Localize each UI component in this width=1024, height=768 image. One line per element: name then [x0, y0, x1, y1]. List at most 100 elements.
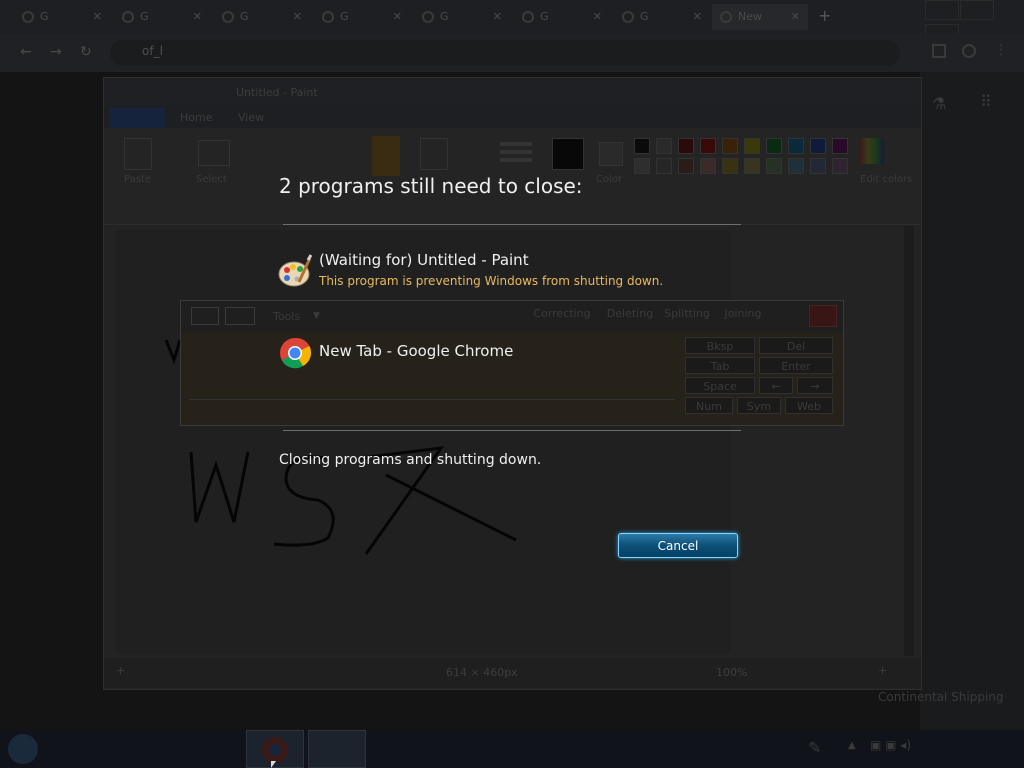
- palette-swatch[interactable]: [744, 158, 760, 174]
- maximize-button[interactable]: [960, 0, 994, 20]
- palette-swatch[interactable]: [810, 138, 826, 154]
- tab-close-icon[interactable]: ✕: [293, 4, 302, 30]
- palette-swatch[interactable]: [700, 158, 716, 174]
- browser-tab[interactable]: G ✕: [114, 4, 210, 30]
- palette-swatch[interactable]: [656, 138, 672, 154]
- palette-swatch[interactable]: [634, 158, 650, 174]
- size-icon[interactable]: [500, 142, 532, 146]
- palette-swatch[interactable]: [832, 138, 848, 154]
- taskbar-app-paint[interactable]: [308, 730, 366, 768]
- paint-window-title: Untitled - Paint: [236, 86, 318, 99]
- apps-grid-icon[interactable]: ⠿: [980, 92, 992, 111]
- paint-file-button[interactable]: [110, 108, 166, 128]
- google-icon: [222, 11, 234, 23]
- browser-tab[interactable]: G ✕: [314, 4, 410, 30]
- start-button[interactable]: [8, 734, 38, 764]
- taskbar-app-media[interactable]: [182, 730, 240, 768]
- browser-tab[interactable]: G ✕: [614, 4, 710, 30]
- splitting-button[interactable]: Splitting: [659, 305, 715, 323]
- left-arrow-key[interactable]: ←: [759, 377, 793, 394]
- address-bar[interactable]: [110, 40, 900, 66]
- tab-close-icon[interactable]: ✕: [493, 4, 502, 30]
- cancel-button[interactable]: Cancel: [618, 533, 738, 558]
- enter-key[interactable]: Enter: [759, 357, 833, 374]
- palette-swatch[interactable]: [634, 138, 650, 154]
- flask-icon[interactable]: ⚗: [932, 94, 946, 113]
- tab-close-icon[interactable]: ✕: [393, 4, 402, 30]
- tray-expand-icon[interactable]: ▲: [848, 740, 856, 751]
- color2-swatch[interactable]: [599, 142, 623, 166]
- sym-key[interactable]: Sym: [737, 397, 781, 414]
- web-key[interactable]: Web: [785, 397, 833, 414]
- canvas-scrollbar[interactable]: [904, 226, 914, 656]
- palette-swatch[interactable]: [788, 138, 804, 154]
- correcting-button[interactable]: Correcting: [527, 305, 597, 323]
- tab-favicon: [422, 11, 434, 23]
- shapes-icon[interactable]: [420, 138, 448, 170]
- space-key[interactable]: Space: [685, 377, 755, 394]
- corner-label: Continental Shipping: [878, 690, 1004, 704]
- paint-tab-view[interactable]: View: [238, 111, 264, 124]
- keyboard-mode-button[interactable]: [225, 307, 255, 325]
- program-warning-text: This program is preventing Windows from …: [319, 274, 664, 288]
- palette-swatch[interactable]: [722, 138, 738, 154]
- color1-swatch[interactable]: [552, 138, 584, 170]
- brushes-icon[interactable]: [372, 136, 400, 176]
- paste-label: Paste: [124, 174, 151, 185]
- taskbar-app-explorer[interactable]: [62, 730, 120, 768]
- reload-button[interactable]: ↻: [80, 44, 92, 60]
- select-icon[interactable]: [198, 140, 230, 166]
- edit-colors-icon[interactable]: [860, 138, 884, 164]
- num-key[interactable]: Num: [685, 397, 733, 414]
- color2-label: Color: [596, 174, 623, 185]
- browser-tab[interactable]: G ✕: [514, 4, 610, 30]
- tab-close-icon[interactable]: ✕: [193, 4, 202, 30]
- pen-input-icon[interactable]: ✎: [808, 738, 821, 757]
- tab-close-icon[interactable]: ✕: [693, 4, 702, 30]
- browser-tab[interactable]: G ✕: [214, 4, 310, 30]
- browser-tab[interactable]: G ✕: [14, 4, 110, 30]
- palette-swatch[interactable]: [788, 158, 804, 174]
- browser-tab-active[interactable]: New ✕: [712, 4, 808, 30]
- tools-menu[interactable]: Tools: [273, 310, 300, 323]
- paste-icon[interactable]: [124, 138, 152, 170]
- right-arrow-key[interactable]: →: [797, 377, 833, 394]
- palette-swatch[interactable]: [700, 138, 716, 154]
- minimize-button[interactable]: [925, 0, 959, 20]
- palette-swatch[interactable]: [678, 138, 694, 154]
- taskbar-app-other[interactable]: [370, 730, 428, 768]
- palette-swatch[interactable]: [832, 158, 848, 174]
- tab-close-icon[interactable]: ✕: [93, 4, 102, 30]
- tray-icons[interactable]: ▣ ▣ ◂): [870, 738, 911, 752]
- forward-button[interactable]: →: [50, 44, 62, 60]
- tab-close-icon[interactable]: ✕: [791, 4, 800, 30]
- taskbar-app-folder[interactable]: [122, 730, 180, 768]
- palette-swatch[interactable]: [766, 138, 782, 154]
- input-panel-close-button[interactable]: [809, 305, 837, 327]
- palette-swatch[interactable]: [678, 158, 694, 174]
- paint-palette-icon: [278, 254, 313, 287]
- side-panel: ⚗ ⠿: [920, 72, 1024, 730]
- menu-icon[interactable]: ⋮: [994, 42, 1008, 58]
- handwriting-mode-button[interactable]: [191, 307, 219, 325]
- zoom-in-icon[interactable]: +: [878, 664, 887, 677]
- chrome-icon: [280, 337, 311, 369]
- backspace-key[interactable]: Bksp: [685, 337, 755, 354]
- tab-key[interactable]: Tab: [685, 357, 755, 374]
- joining-button[interactable]: Joining: [717, 305, 769, 323]
- paint-canvas[interactable]: [116, 230, 731, 654]
- sidebar-icon[interactable]: [932, 44, 946, 58]
- profile-icon[interactable]: [962, 44, 976, 58]
- back-button[interactable]: ←: [20, 44, 32, 60]
- browser-tab[interactable]: G ✕: [414, 4, 510, 30]
- palette-swatch[interactable]: [744, 138, 760, 154]
- palette-swatch[interactable]: [766, 158, 782, 174]
- palette-swatch[interactable]: [656, 158, 672, 174]
- palette-swatch[interactable]: [722, 158, 738, 174]
- deleting-button[interactable]: Deleting: [601, 305, 659, 323]
- tab-close-icon[interactable]: ✕: [593, 4, 602, 30]
- delete-key[interactable]: Del: [759, 337, 833, 354]
- paint-tab-home[interactable]: Home: [180, 111, 212, 124]
- palette-swatch[interactable]: [810, 158, 826, 174]
- new-tab-button[interactable]: +: [818, 6, 831, 25]
